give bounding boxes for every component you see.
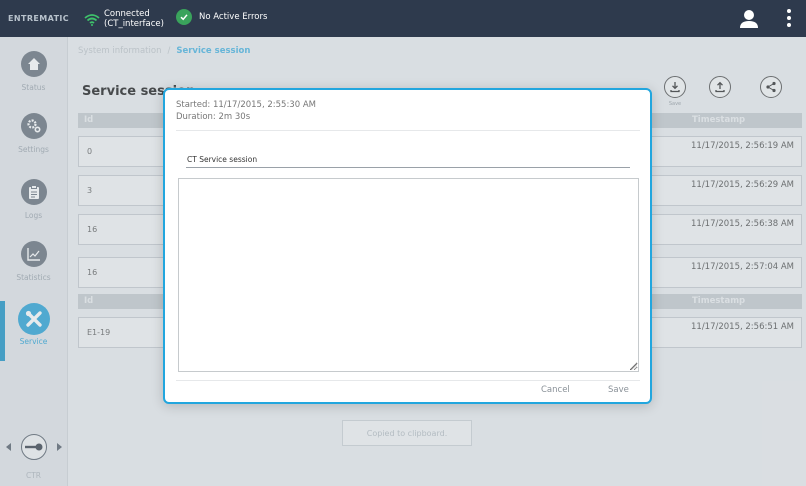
session-notes-textarea[interactable] xyxy=(178,178,639,372)
more-menu-icon[interactable] xyxy=(786,8,792,28)
divider xyxy=(176,130,640,131)
brand-logo: ENTREMATIC xyxy=(8,14,70,23)
connection-status[interactable]: Connected (CT_interface) xyxy=(84,5,164,33)
save-button[interactable]: Save xyxy=(608,385,629,395)
top-bar: ENTREMATIC Connected (CT_interface) No A… xyxy=(0,0,806,37)
divider xyxy=(176,380,640,381)
error-status[interactable]: No Active Errors xyxy=(176,9,267,25)
error-status-label: No Active Errors xyxy=(199,12,268,22)
connection-label: Connected (CT_interface) xyxy=(104,9,164,29)
session-started: Started: 11/17/2015, 2:55:30 AM xyxy=(176,100,316,110)
resize-grip-icon[interactable] xyxy=(631,364,637,370)
session-name-input[interactable] xyxy=(186,152,630,168)
user-icon[interactable] xyxy=(739,8,759,30)
session-duration: Duration: 2m 30s xyxy=(176,112,251,122)
cancel-button[interactable]: Cancel xyxy=(541,385,570,395)
wifi-icon xyxy=(84,13,100,26)
checkmark-icon xyxy=(176,9,192,25)
service-session-dialog: Started: 11/17/2015, 2:55:30 AM Duration… xyxy=(163,88,652,404)
